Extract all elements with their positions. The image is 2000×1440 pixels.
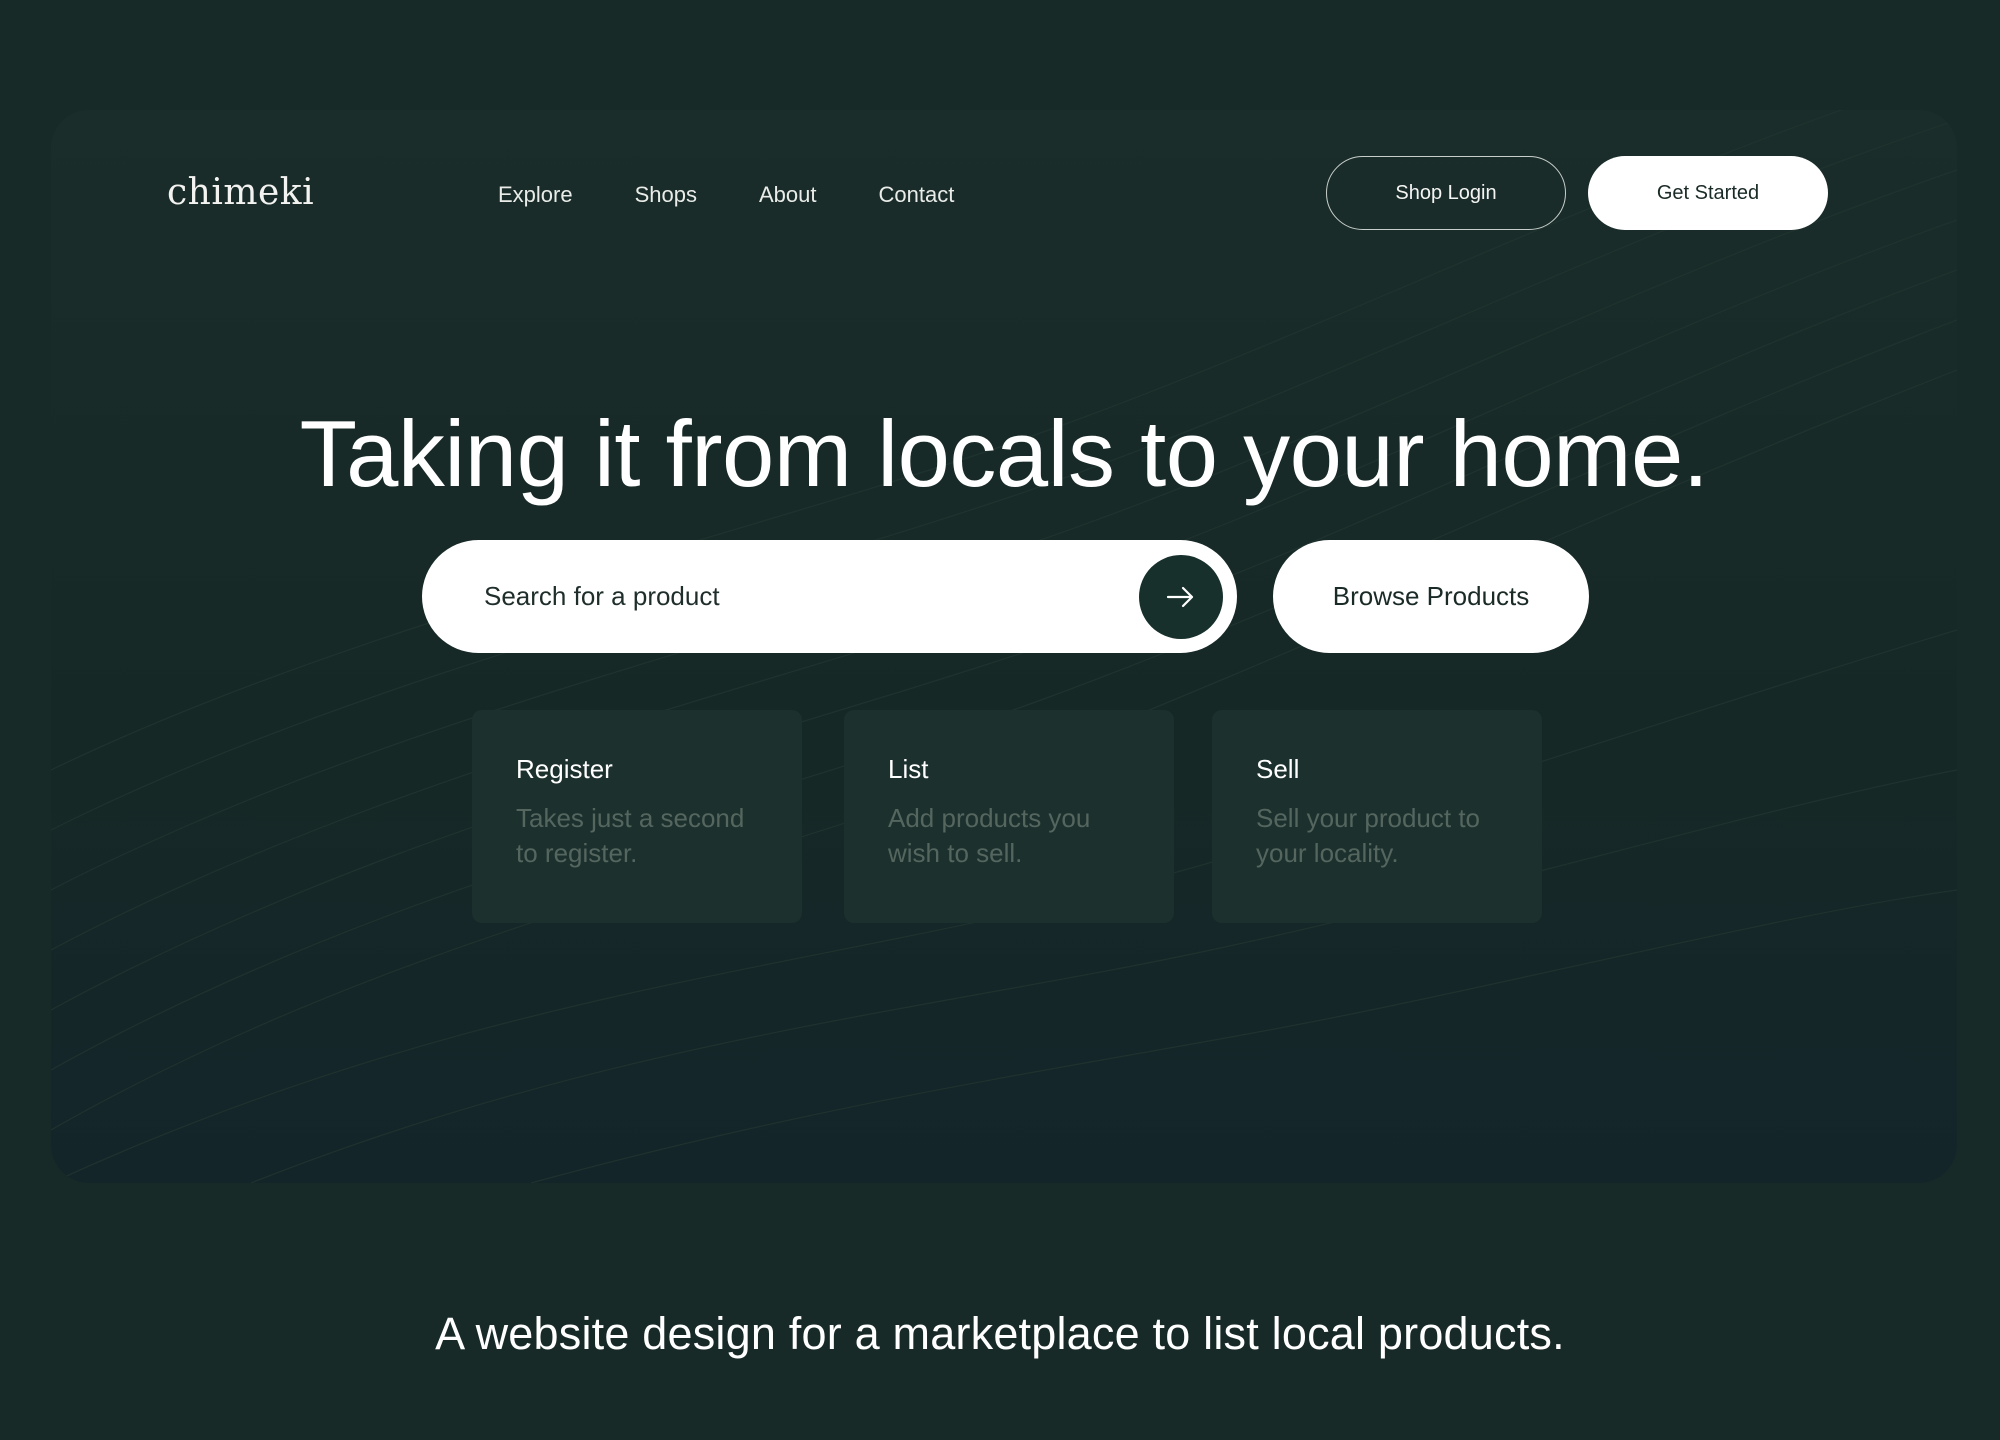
brand-logo[interactable]: chimeki [167, 172, 314, 213]
search-input[interactable] [484, 540, 1139, 653]
arrow-right-icon [1166, 586, 1194, 607]
step-card-sell: Sell Sell your product to your locality. [1212, 710, 1542, 923]
step-description: Takes just a second to register. [516, 803, 745, 868]
nav-item-about[interactable]: About [759, 182, 817, 208]
step-description: Sell your product to your locality. [1256, 803, 1481, 868]
nav-item-shops[interactable]: Shops [635, 182, 697, 208]
search-bar [422, 540, 1237, 653]
step-title: Sell [1256, 754, 1300, 784]
nav-item-explore[interactable]: Explore [498, 182, 573, 208]
step-card-register: Register Takes just a second to register… [472, 710, 802, 923]
step-title: Register [516, 754, 613, 784]
website-mockup-frame: chimeki Explore Shops About Contact Shop… [51, 110, 1957, 1183]
design-caption: A website design for a marketplace to li… [435, 1308, 1565, 1359]
get-started-button[interactable]: Get Started [1588, 156, 1828, 230]
hero-headline: Taking it from locals to your home. [299, 401, 1709, 506]
step-title: List [888, 754, 929, 784]
search-submit-button[interactable] [1139, 554, 1223, 639]
nav-menu: Explore Shops About Contact [498, 182, 1016, 208]
browse-products-button[interactable]: Browse Products [1273, 540, 1589, 653]
top-navigation: chimeki Explore Shops About Contact Shop… [51, 110, 1957, 310]
page: chimeki Explore Shops About Contact Shop… [0, 0, 2000, 1440]
shop-login-button[interactable]: Shop Login [1326, 156, 1566, 230]
nav-item-contact[interactable]: Contact [878, 182, 954, 208]
step-description: Add products you wish to sell. [888, 803, 1091, 868]
step-card-list: List Add products you wish to sell. [844, 710, 1174, 923]
steps-cards: Register Takes just a second to register… [472, 710, 1542, 923]
